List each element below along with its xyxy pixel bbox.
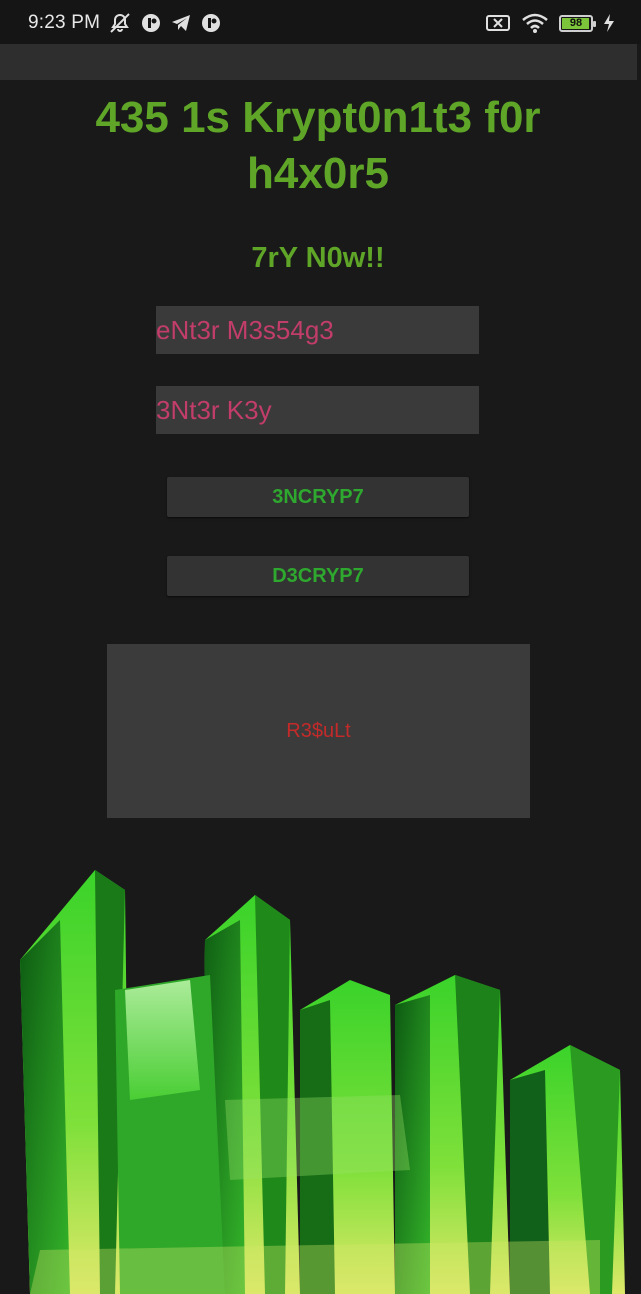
- wifi-icon: [522, 13, 548, 33]
- status-bar: 9:23 PM 98: [0, 0, 641, 44]
- app-bar: [0, 44, 637, 80]
- result-box: R3$uLt: [107, 644, 530, 818]
- key-input[interactable]: [156, 386, 479, 434]
- battery-percent: 98: [569, 16, 583, 29]
- page-subtitle: 7rY N0w!!: [251, 242, 385, 274]
- circle-app-icon: [142, 14, 160, 32]
- status-time: 9:23 PM: [28, 12, 101, 33]
- system-icons: 98: [485, 12, 615, 34]
- encrypt-button[interactable]: 3NCRYP7: [167, 477, 469, 517]
- sim-card-x-icon: [486, 15, 510, 31]
- kryptonite-crystal-illustration: [20, 870, 625, 1294]
- page-title: 435 1s Krypt0n1t3 f0r h4x0r5: [95, 93, 541, 198]
- muted-notification-icon: [110, 13, 130, 33]
- decrypt-button[interactable]: D3CRYP7: [167, 556, 469, 596]
- charging-bolt-icon: [604, 14, 614, 32]
- telegram-icon: [172, 15, 190, 31]
- battery-icon: 98: [559, 14, 596, 32]
- circle-app-icon: [202, 14, 220, 32]
- result-text: R3$uLt: [286, 719, 351, 742]
- message-input[interactable]: [156, 306, 479, 354]
- notification-icons: [108, 12, 222, 34]
